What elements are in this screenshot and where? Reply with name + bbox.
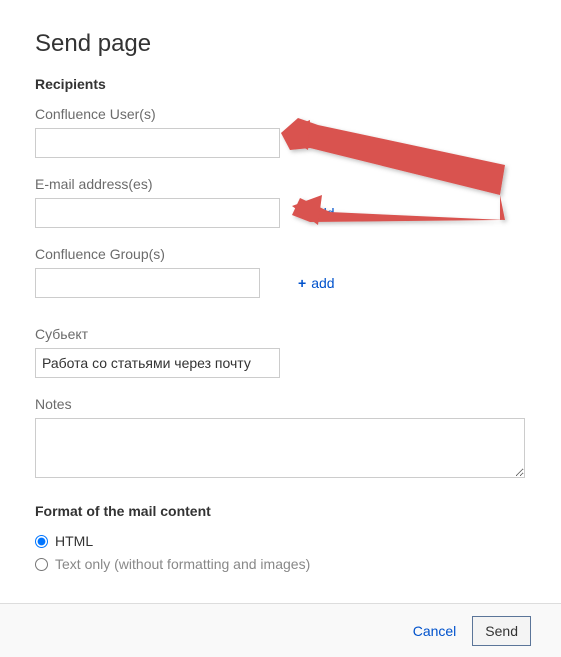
add-label: add <box>311 205 334 221</box>
cancel-button[interactable]: Cancel <box>413 623 457 639</box>
format-heading: Format of the mail content <box>35 503 526 519</box>
send-button[interactable]: Send <box>472 616 531 646</box>
subject-group: Субьект <box>35 326 526 378</box>
format-text-label: Text only (without formatting and images… <box>55 556 310 572</box>
confluence-groups-label: Confluence Group(s) <box>35 246 526 262</box>
notes-group: Notes <box>35 396 526 481</box>
format-html-label: HTML <box>55 533 93 549</box>
confluence-users-group: Confluence User(s) + add <box>35 106 526 158</box>
subject-input[interactable] <box>35 348 280 378</box>
confluence-users-input[interactable] <box>35 128 280 158</box>
subject-label: Субьект <box>35 326 526 342</box>
notes-label: Notes <box>35 396 526 412</box>
add-email-link[interactable]: + add <box>298 205 335 221</box>
plus-icon: + <box>298 135 306 151</box>
page-title: Send page <box>35 30 526 58</box>
add-confluence-group-link[interactable]: + add <box>298 275 335 291</box>
format-html-radio[interactable] <box>35 535 48 548</box>
confluence-groups-group: Confluence Group(s) + add <box>35 246 526 298</box>
send-page-form: Send page Recipients Confluence User(s) … <box>0 0 561 599</box>
format-text-row[interactable]: Text only (without formatting and images… <box>35 556 526 572</box>
dialog-footer: Cancel Send <box>0 603 561 657</box>
format-text-radio[interactable] <box>35 558 48 571</box>
email-addresses-input[interactable] <box>35 198 280 228</box>
confluence-users-label: Confluence User(s) <box>35 106 526 122</box>
add-label: add <box>311 275 334 291</box>
email-addresses-group: E-mail address(es) + add <box>35 176 526 228</box>
add-label: add <box>311 135 334 151</box>
confluence-groups-input[interactable] <box>35 268 260 298</box>
plus-icon: + <box>298 275 306 291</box>
add-confluence-user-link[interactable]: + add <box>298 135 335 151</box>
email-addresses-label: E-mail address(es) <box>35 176 526 192</box>
format-html-row[interactable]: HTML <box>35 533 526 549</box>
plus-icon: + <box>298 205 306 221</box>
recipients-heading: Recipients <box>35 76 526 92</box>
notes-textarea[interactable] <box>35 418 525 478</box>
format-section: Format of the mail content HTML Text onl… <box>35 503 526 572</box>
